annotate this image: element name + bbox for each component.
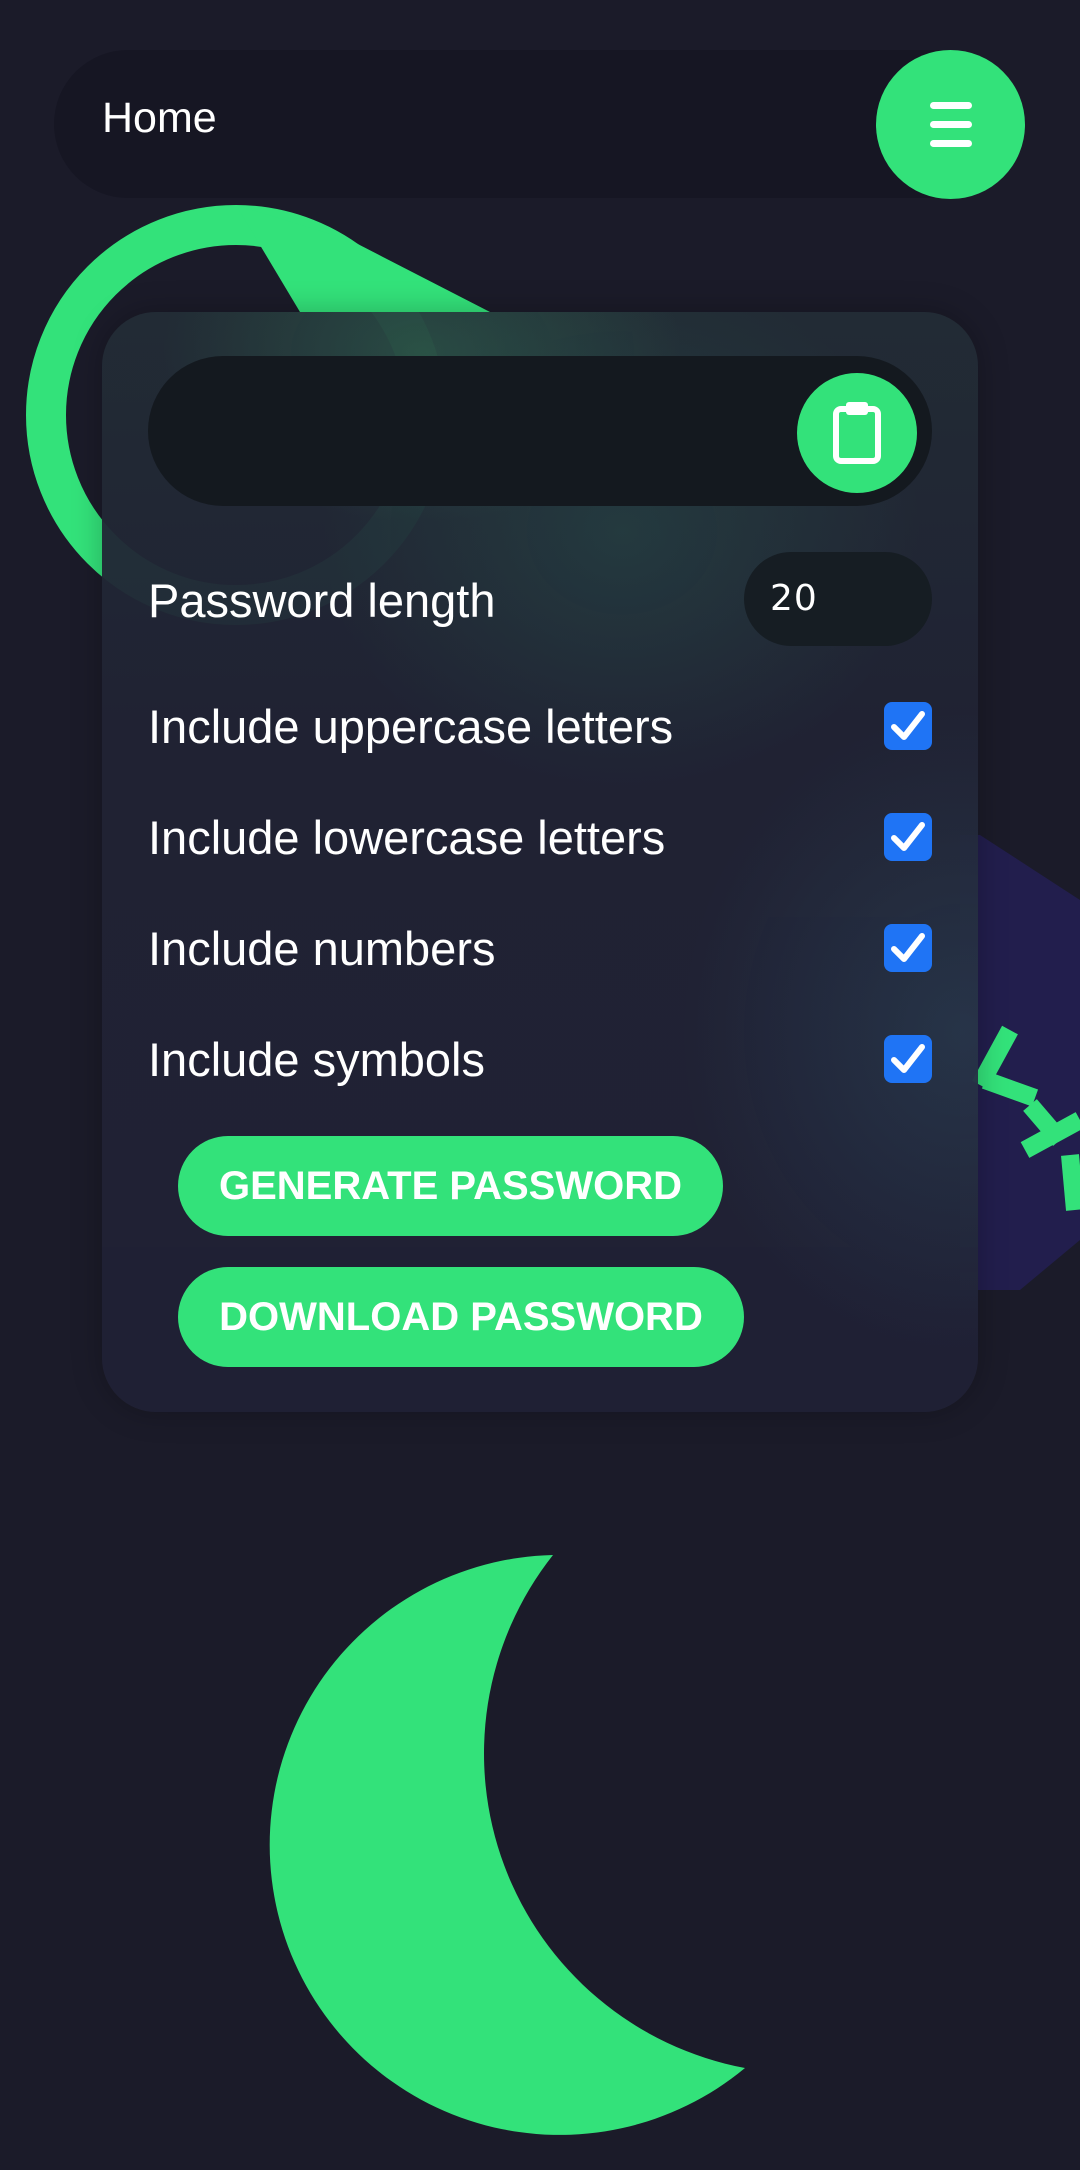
nav-title-home[interactable]: Home (102, 90, 217, 146)
symbols-checkbox[interactable] (884, 1035, 932, 1083)
numbers-checkbox[interactable] (884, 924, 932, 972)
checkmark-icon (891, 711, 925, 740)
lowercase-checkbox[interactable] (884, 813, 932, 861)
menu-button[interactable] (876, 50, 1025, 199)
clipboard-icon (833, 402, 881, 464)
option-symbols-label: Include symbols (148, 1033, 485, 1086)
download-password-button[interactable]: DOWNLOAD PASSWORD (178, 1267, 744, 1367)
copy-password-button[interactable] (797, 373, 917, 493)
generate-password-button[interactable]: GENERATE PASSWORD (178, 1136, 723, 1236)
password-length-input[interactable]: 20 (744, 552, 932, 646)
uppercase-checkbox[interactable] (884, 702, 932, 750)
checkmark-icon (891, 933, 925, 962)
password-length-label: Password length (148, 574, 496, 627)
option-numbers-label: Include numbers (148, 922, 496, 975)
checkmark-icon (891, 822, 925, 851)
checkmark-icon (891, 1044, 925, 1073)
option-lowercase-label: Include lowercase letters (148, 811, 666, 864)
option-uppercase-label: Include uppercase letters (148, 700, 674, 753)
